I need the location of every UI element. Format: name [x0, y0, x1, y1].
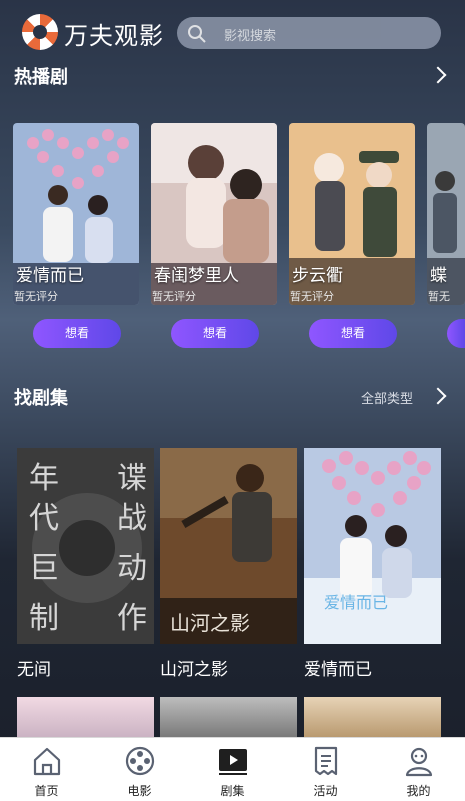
tab-label: 首页 — [34, 784, 59, 798]
svg-text:制: 制 — [29, 601, 59, 636]
svg-text:代: 代 — [29, 501, 59, 536]
hot-poster-title: 蝶 — [430, 266, 447, 286]
header: 万夫观影 影视搜索 — [0, 0, 465, 62]
all-types-link[interactable]: 全部类型 — [361, 388, 413, 407]
grid-poster-6[interactable] — [304, 697, 441, 737]
hot-poster-rating: 暂无评分 — [152, 290, 196, 303]
svg-text:山河之影: 山河之影 — [170, 611, 250, 635]
tab-label: 电影 — [127, 784, 152, 798]
hot-poster-rating: 暂无评分 — [14, 290, 58, 303]
tab-activities[interactable]: 活动 — [279, 738, 372, 801]
svg-text:战: 战 — [117, 501, 147, 536]
tab-profile[interactable]: 我的 — [372, 738, 465, 801]
find-section-title: 找剧集 — [14, 388, 68, 409]
poster-art: 爱情而已 — [304, 448, 441, 644]
profile-icon — [405, 747, 433, 777]
logo-icon — [22, 14, 58, 50]
hot-poster-4[interactable]: 蝶 暂无 — [427, 123, 465, 305]
search-placeholder: 影视搜索 — [224, 29, 277, 44]
play-icon — [219, 749, 247, 775]
grid-poster-3[interactable]: 爱情而已 — [304, 448, 441, 644]
bottom-tab-bar: 首页 电影 剧集 活动 我的 — [0, 737, 465, 801]
grid-poster-2[interactable]: 山河之影 — [160, 448, 297, 644]
hot-poster-1[interactable]: 爱情而已 暂无评分 — [13, 123, 139, 305]
grid-poster-1[interactable]: 年 代 巨 制 谍 战 动 作 — [17, 448, 154, 644]
hot-poster-rating: 暂无 — [428, 290, 450, 303]
hot-section-title: 热播剧 — [14, 67, 68, 88]
document-icon — [314, 746, 338, 776]
svg-text:年: 年 — [29, 461, 59, 496]
search-icon — [188, 25, 206, 43]
hot-poster-title: 爱情而已 — [16, 266, 84, 286]
hot-poster-title: 春闺梦里人 — [154, 266, 239, 286]
hot-poster-2[interactable]: 春闺梦里人 暂无评分 — [151, 123, 277, 305]
svg-text:谍: 谍 — [117, 461, 147, 496]
want-button[interactable]: 想看 — [33, 319, 121, 348]
svg-text:爱情而已: 爱情而已 — [324, 593, 388, 612]
hot-more-chevron-icon[interactable] — [429, 66, 447, 84]
search-bar[interactable]: 影视搜索 — [177, 17, 441, 49]
film-reel-icon — [125, 746, 155, 776]
tab-label: 剧集 — [220, 784, 245, 798]
hot-poster-3[interactable]: 步云衢 暂无评分 — [289, 123, 415, 305]
grid-poster-title: 无间 — [17, 660, 51, 680]
tab-movies[interactable]: 电影 — [93, 738, 186, 801]
app-title: 万夫观影 — [64, 22, 164, 50]
tab-home[interactable]: 首页 — [0, 738, 93, 801]
hot-poster-rating: 暂无评分 — [290, 290, 334, 303]
poster-art: 山河之影 — [160, 448, 297, 644]
grid-poster-5[interactable] — [160, 697, 297, 737]
grid-poster-4[interactable] — [17, 697, 154, 737]
svg-text:作: 作 — [117, 601, 147, 636]
svg-text:巨: 巨 — [29, 551, 59, 586]
want-button[interactable]: 想看 — [309, 319, 397, 348]
want-button[interactable]: 想看 — [171, 319, 259, 348]
grid-poster-title: 山河之影 — [160, 660, 228, 680]
want-button[interactable] — [447, 319, 465, 348]
home-icon — [33, 747, 61, 776]
all-types-chevron-icon[interactable] — [429, 387, 447, 405]
tab-label: 我的 — [406, 784, 431, 798]
tab-series[interactable]: 剧集 — [186, 738, 279, 801]
tab-label: 活动 — [313, 784, 338, 798]
svg-text:动: 动 — [117, 551, 147, 586]
poster-art: 年 代 巨 制 谍 战 动 作 — [17, 448, 154, 644]
hot-poster-title: 步云衢 — [292, 266, 343, 286]
grid-poster-title: 爱情而已 — [304, 660, 372, 680]
